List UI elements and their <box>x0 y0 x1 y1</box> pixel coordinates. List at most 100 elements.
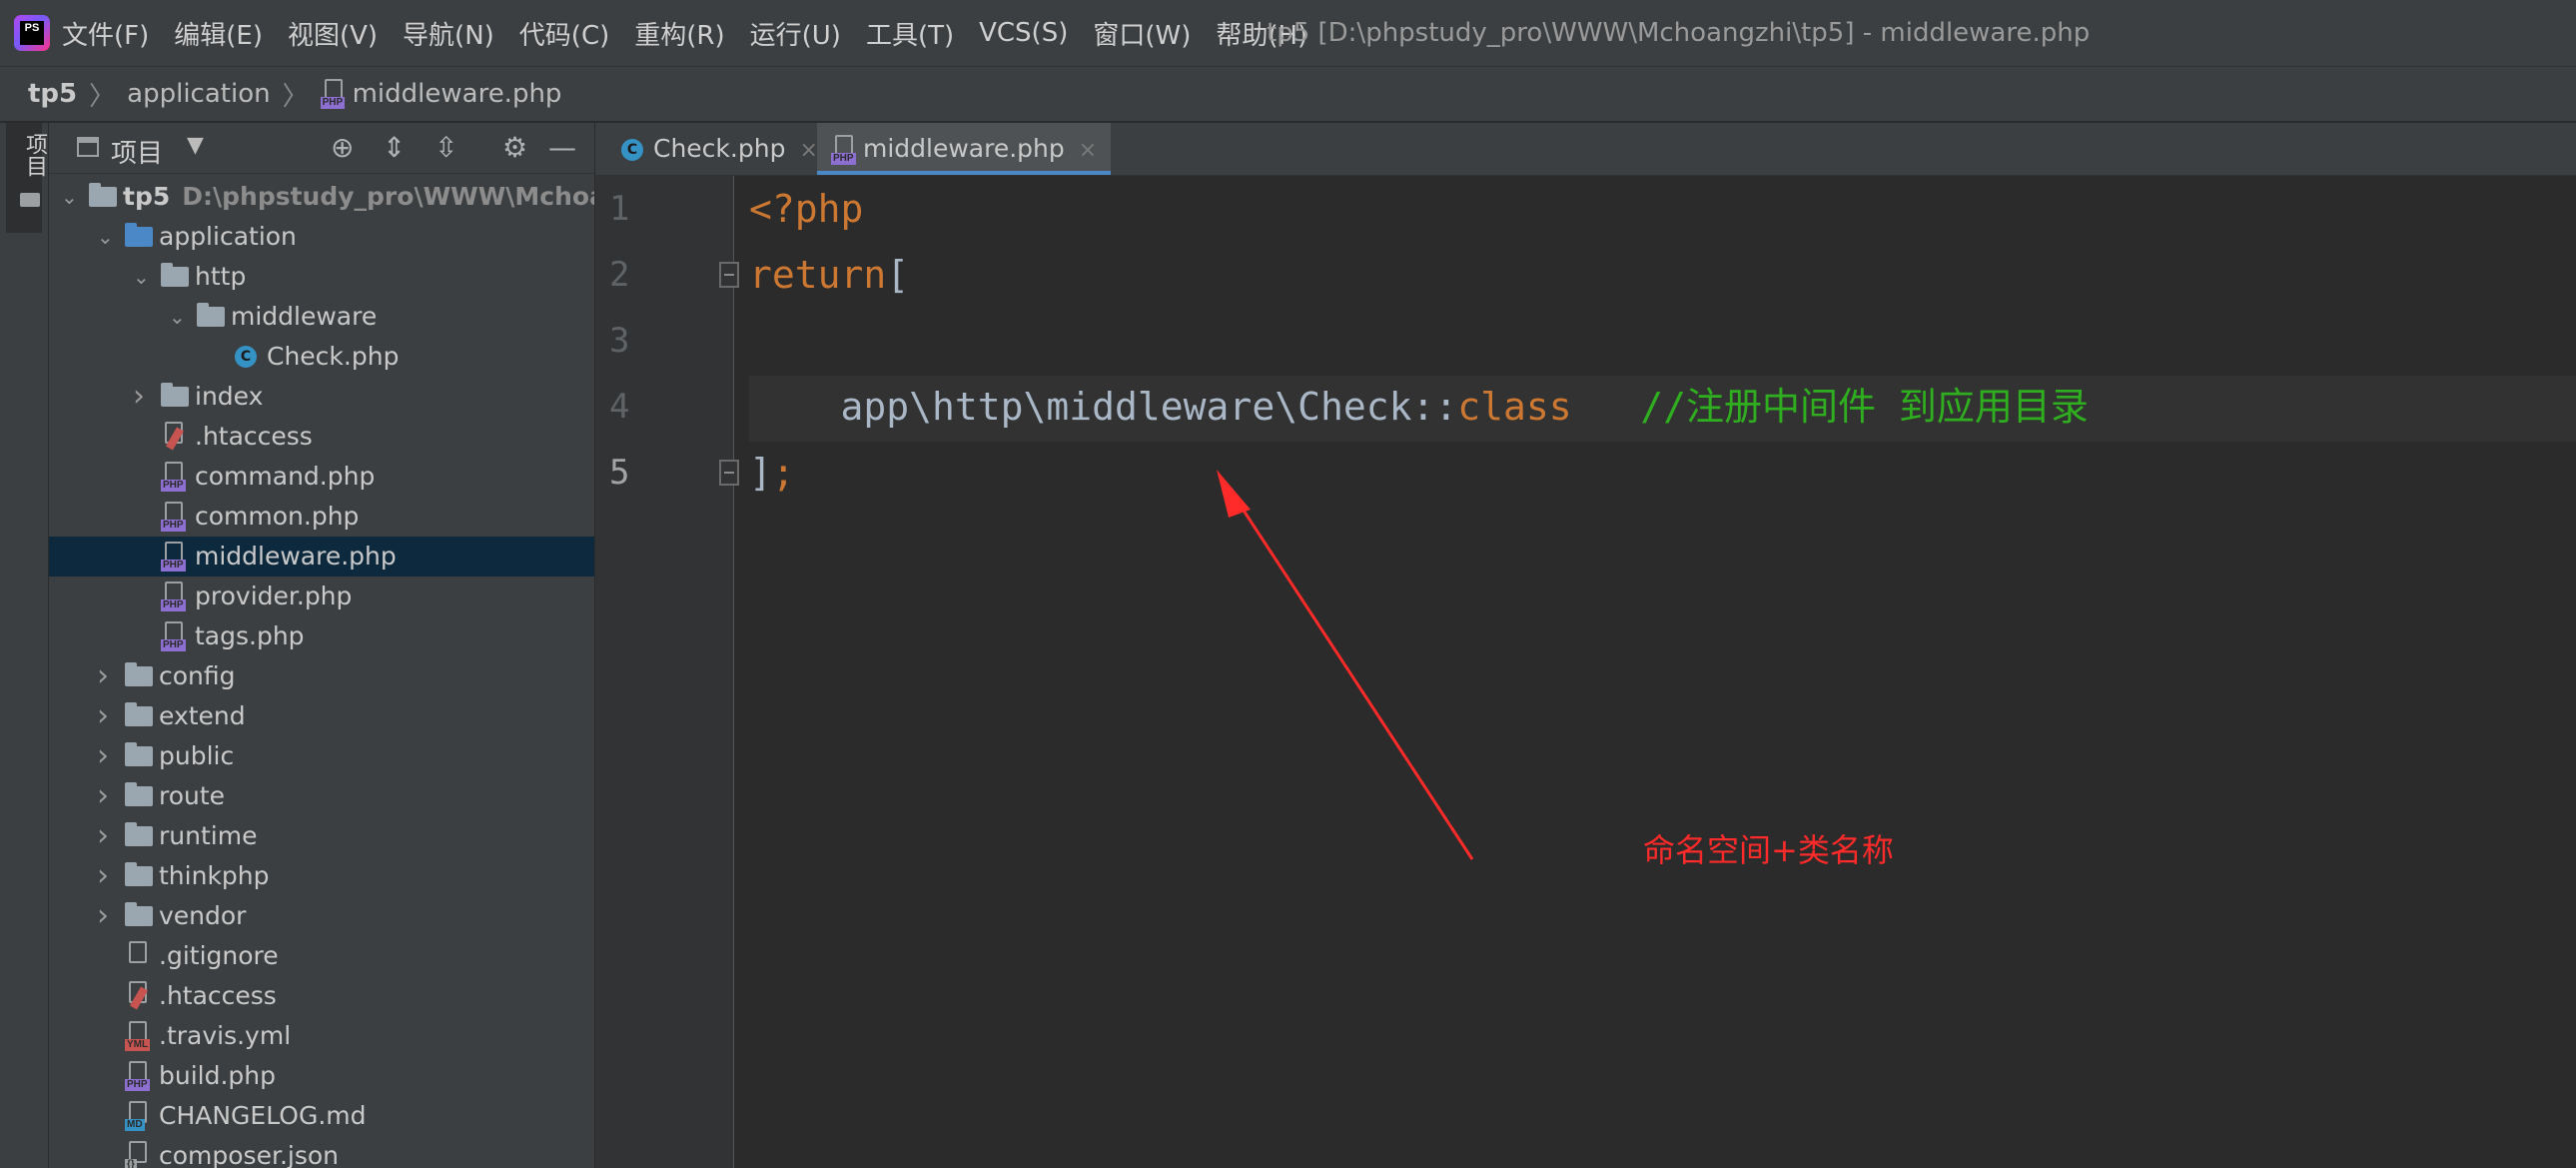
tree-item-label: extend <box>159 701 246 730</box>
chevron-down-icon[interactable]: ⌄ <box>133 257 153 297</box>
tree-item[interactable]: › index <box>49 377 594 417</box>
tree-item[interactable]: ⌄ application <box>49 217 594 257</box>
folder-icon <box>125 782 153 806</box>
tree-item-label: provider.php <box>195 582 353 610</box>
tree-item[interactable]: › config <box>49 656 594 696</box>
chevron-down-icon[interactable]: ⌄ <box>169 297 189 337</box>
line-number: 4 <box>609 387 630 427</box>
php-file-icon <box>831 135 856 165</box>
collapse-all-icon[interactable]: ⇳ <box>434 131 457 164</box>
menu-item[interactable]: 编辑(E) <box>174 15 263 52</box>
folder-icon <box>125 702 153 726</box>
php-file-icon <box>320 79 346 109</box>
chevron-down-icon[interactable]: ⌄ <box>61 177 81 217</box>
chevron-right-icon[interactable]: › <box>133 377 153 417</box>
locate-icon[interactable]: ⊕ <box>331 131 354 164</box>
tree-item[interactable]: .htaccess <box>49 417 594 457</box>
tree-item[interactable]: build.php <box>49 1056 594 1096</box>
code-line-2: return[ <box>749 242 909 308</box>
folder-icon <box>197 303 225 327</box>
tree-item[interactable]: tags.php <box>49 616 594 656</box>
breadcrumb-root[interactable]: tp5 <box>28 79 77 109</box>
chevron-right-icon[interactable]: › <box>97 896 117 936</box>
tree-item[interactable]: › thinkphp <box>49 856 594 896</box>
chevron-right-icon[interactable]: › <box>97 776 117 816</box>
tree-item[interactable]: composer.json <box>49 1136 594 1168</box>
breadcrumb: tp5 〉 application 〉 middleware.php <box>0 67 2576 122</box>
app-logo-text: PS <box>20 21 44 45</box>
menu-item[interactable]: 导航(N) <box>403 15 494 52</box>
tree-item[interactable]: command.php <box>49 457 594 497</box>
menu-item[interactable]: 工具(T) <box>866 15 954 52</box>
tree-item[interactable]: CHANGELOG.md <box>49 1096 594 1136</box>
folder-icon <box>20 193 40 207</box>
menu-item[interactable]: 视图(V) <box>288 15 378 52</box>
menu-item[interactable]: VCS(S) <box>979 18 1068 48</box>
tree-item[interactable]: .travis.yml <box>49 1016 594 1056</box>
tree-item[interactable]: middleware.php <box>49 537 594 577</box>
tree-item-label: .htaccess <box>159 981 277 1010</box>
tree-item-label: middleware <box>231 302 378 331</box>
close-icon[interactable]: × <box>1079 138 1097 163</box>
menu-item[interactable]: 窗口(W) <box>1093 15 1191 52</box>
breadcrumb-file[interactable]: middleware.php <box>353 79 562 109</box>
tree-item[interactable]: › public <box>49 736 594 776</box>
editor-tab[interactable]: C Check.php × <box>607 123 832 175</box>
menu-item[interactable]: 重构(R) <box>634 15 724 52</box>
tree-item[interactable]: common.php <box>49 497 594 537</box>
window-title: tp5 [D:\phpstudy_pro\WWW\Mchoangzhi\tp5]… <box>1267 18 2091 48</box>
tree-item[interactable]: ⌄ tp5 D:\phpstudy_pro\WWW\Mchoangzhi <box>49 177 594 217</box>
tree-item-label: tags.php <box>195 621 305 650</box>
menu-item[interactable]: 代码(C) <box>519 15 609 52</box>
annotation-arrow-head <box>1217 470 1251 518</box>
tree-item-label: .gitignore <box>159 941 279 970</box>
tree-item-label: middleware.php <box>195 542 397 571</box>
caret-down-icon[interactable]: ▼ <box>187 133 204 158</box>
tree-item[interactable]: .gitignore <box>49 936 594 976</box>
folder-icon <box>161 383 189 407</box>
yml-file-icon <box>125 1021 151 1051</box>
tree-item[interactable]: ⌄ middleware <box>49 297 594 337</box>
minimize-icon[interactable]: — <box>548 131 576 164</box>
tree-item-path: D:\phpstudy_pro\WWW\Mchoangzhi <box>182 182 594 211</box>
chevron-right-icon[interactable]: › <box>97 656 117 696</box>
tree-item[interactable]: › route <box>49 776 594 816</box>
php-file-icon <box>161 542 186 572</box>
tree-item-label: composer.json <box>159 1141 340 1168</box>
close-icon[interactable]: × <box>799 138 817 163</box>
tree-item[interactable]: › extend <box>49 696 594 736</box>
code-comment: //注册中间件 到应用目录 <box>1571 385 2089 429</box>
editor-tab-label: Check.php <box>653 134 786 163</box>
tree-item-label: public <box>159 741 235 770</box>
menu-item[interactable]: 文件(F) <box>62 15 149 52</box>
project-tool-button[interactable]: 项目 <box>6 123 47 233</box>
chevron-down-icon[interactable]: ⌄ <box>97 217 117 257</box>
tree-item-label: vendor <box>159 901 247 930</box>
tree-item[interactable]: ⌄ http <box>49 257 594 297</box>
annotation-text: 命名空间+类名称 <box>1643 831 1894 869</box>
app-logo[interactable]: PS <box>14 15 50 51</box>
chevron-right-icon[interactable]: › <box>97 856 117 896</box>
breadcrumb-folder[interactable]: application <box>127 79 270 109</box>
chevron-right-icon[interactable]: › <box>97 816 117 856</box>
php-file-icon <box>161 502 186 532</box>
tree-item[interactable]: C Check.php <box>49 337 594 377</box>
tree-item[interactable]: .htaccess <box>49 976 594 1016</box>
tree-item[interactable]: provider.php <box>49 577 594 616</box>
tree-item-label: index <box>195 382 264 411</box>
class-icon: C <box>235 346 257 368</box>
line-number: 1 <box>609 189 630 229</box>
code-editor[interactable] <box>734 176 2576 1168</box>
fold-marker-icon[interactable] <box>719 460 739 486</box>
chevron-right-icon[interactable]: › <box>97 736 117 776</box>
editor-tab[interactable]: middleware.php × <box>817 123 1112 175</box>
fold-marker-icon[interactable] <box>719 262 739 288</box>
chevron-right-icon[interactable]: › <box>97 696 117 736</box>
expand-all-icon[interactable]: ⇕ <box>383 131 406 164</box>
menu-item[interactable]: 运行(U) <box>750 15 841 52</box>
tree-item[interactable]: › runtime <box>49 816 594 856</box>
php-file-icon <box>161 462 186 492</box>
tree-item[interactable]: › vendor <box>49 896 594 936</box>
gear-icon[interactable]: ⚙ <box>502 131 527 164</box>
project-panel-title[interactable]: 项目 <box>111 133 163 170</box>
